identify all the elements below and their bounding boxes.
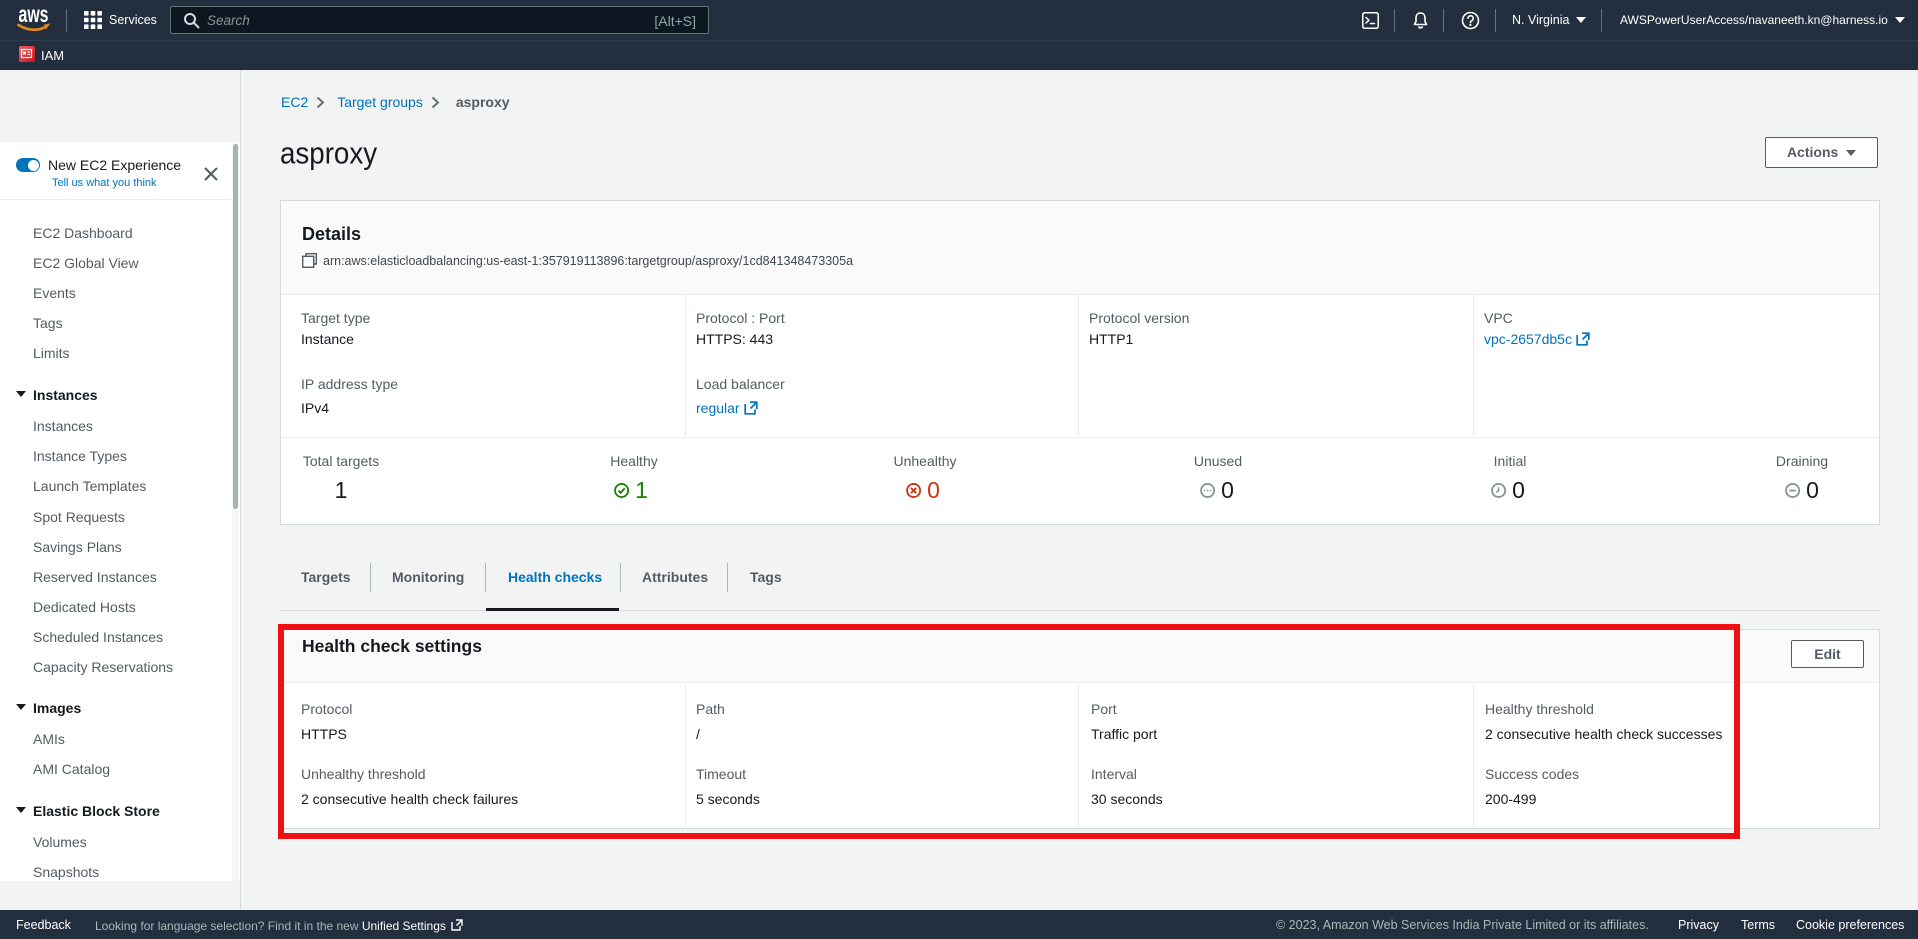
svg-text:aws: aws (19, 2, 49, 27)
